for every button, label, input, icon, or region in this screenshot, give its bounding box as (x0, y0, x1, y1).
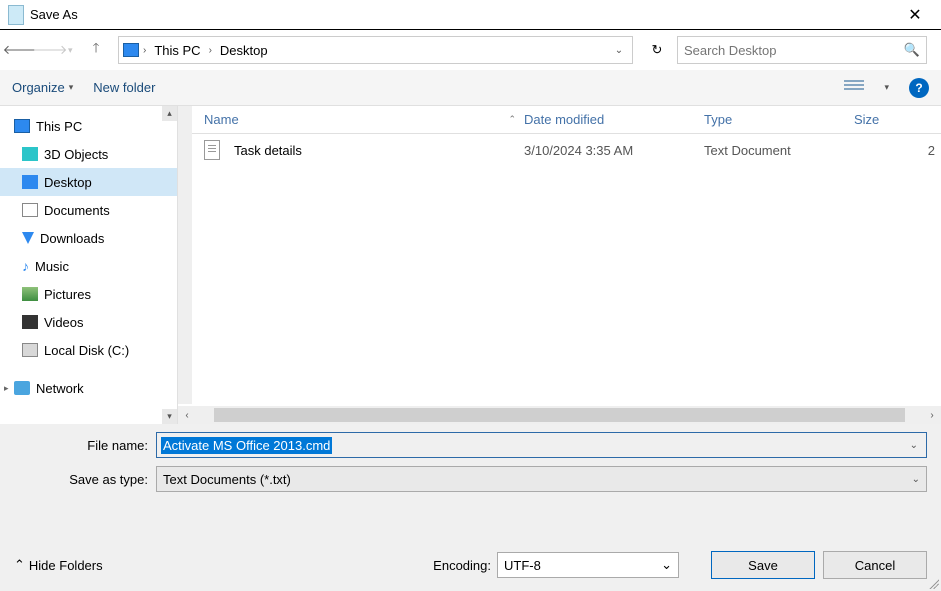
hide-folders-button[interactable]: ⌃ Hide Folders (14, 557, 103, 573)
help-button[interactable]: ? (909, 78, 929, 98)
close-button[interactable]: ✕ (893, 5, 937, 25)
savetype-select[interactable]: Text Documents (*.txt) ⌄ (156, 466, 927, 492)
videos-icon (22, 315, 38, 329)
column-header-row: Name ⌃ Date modified Type Size (178, 106, 941, 134)
3d-objects-icon (22, 147, 38, 161)
resize-grip[interactable] (927, 577, 939, 589)
scrollbar-track[interactable] (214, 408, 905, 422)
column-type[interactable]: Type (704, 112, 854, 127)
chevron-down-icon: ▾ (69, 82, 74, 93)
search-icon: 🔍 (904, 42, 920, 58)
network-icon (14, 381, 30, 395)
view-options-dropdown[interactable]: ▾ (884, 82, 889, 93)
tree-desktop[interactable]: Desktop (0, 168, 177, 196)
file-type: Text Document (704, 143, 854, 158)
dialog-app-icon (8, 5, 24, 25)
search-input[interactable] (684, 43, 904, 58)
nav-back-button[interactable]: 🡐 (8, 38, 32, 62)
tree-music[interactable]: ♪ Music (0, 252, 177, 280)
save-button[interactable]: Save (711, 551, 815, 579)
text-file-icon (204, 140, 220, 160)
sort-caret-icon: ⌃ (508, 114, 516, 125)
disk-icon (22, 343, 38, 357)
tree-item-label: 3D Objects (44, 147, 108, 162)
tree-item-label: Network (36, 381, 84, 396)
tree-documents[interactable]: Documents (0, 196, 177, 224)
address-dropdown[interactable]: ⌄ (610, 45, 628, 56)
list-divider (178, 106, 192, 404)
folder-tree[interactable]: ▴ This PC 3D Objects Desktop Documents D… (0, 106, 178, 424)
chevron-right-icon: › (143, 45, 146, 56)
tree-3d-objects[interactable]: 3D Objects (0, 140, 177, 168)
nav-up-button[interactable]: 🡑 (84, 38, 108, 62)
search-box[interactable]: 🔍 (677, 36, 927, 64)
tree-downloads[interactable]: Downloads (0, 224, 177, 252)
horizontal-scrollbar[interactable]: ‹ › (178, 406, 941, 424)
address-bar[interactable]: › This PC › Desktop ⌄ (118, 36, 633, 64)
pc-icon (123, 43, 139, 57)
filename-input[interactable]: Activate MS Office 2013.cmd ⌄ (156, 432, 927, 458)
nav-forward-button[interactable]: 🡒 (38, 38, 62, 62)
column-name[interactable]: Name ⌃ (204, 112, 524, 127)
column-size[interactable]: Size (854, 112, 941, 127)
new-folder-button[interactable]: New folder (93, 80, 155, 95)
filename-label: File name: (14, 438, 156, 453)
encoding-select[interactable]: UTF-8 ⌄ (497, 552, 679, 578)
encoding-value: UTF-8 (504, 558, 541, 573)
pictures-icon (22, 287, 38, 301)
view-options-button[interactable] (844, 80, 864, 96)
music-icon: ♪ (22, 258, 29, 274)
tree-this-pc[interactable]: This PC (0, 112, 177, 140)
breadcrumb-desktop[interactable]: Desktop (216, 43, 272, 58)
chevron-up-icon: ⌃ (14, 557, 25, 573)
column-date[interactable]: Date modified (524, 112, 704, 127)
tree-item-label: This PC (36, 119, 82, 134)
refresh-button[interactable]: ↻ (643, 36, 671, 64)
cancel-button[interactable]: Cancel (823, 551, 927, 579)
chevron-down-icon: ⌄ (661, 557, 672, 573)
tree-item-label: Videos (44, 315, 84, 330)
tree-item-label: Local Disk (C:) (44, 343, 129, 358)
encoding-label: Encoding: (433, 558, 491, 573)
tree-network[interactable]: Network (0, 374, 177, 402)
tree-scroll-up[interactable]: ▴ (162, 106, 177, 121)
savetype-label: Save as type: (14, 472, 156, 487)
pc-icon (14, 119, 30, 133)
tree-scroll-down[interactable]: ▾ (162, 409, 177, 424)
filename-value: Activate MS Office 2013.cmd (161, 437, 332, 454)
nav-history-dropdown[interactable]: ▾ (68, 45, 78, 56)
savetype-value: Text Documents (*.txt) (163, 472, 291, 487)
desktop-icon (22, 175, 38, 189)
dialog-title: Save As (30, 7, 893, 22)
tree-item-label: Music (35, 259, 69, 274)
file-name: Task details (234, 143, 302, 158)
hide-folders-label: Hide Folders (29, 558, 103, 573)
tree-item-label: Documents (44, 203, 110, 218)
file-date: 3/10/2024 3:35 AM (524, 143, 704, 158)
tree-item-label: Pictures (44, 287, 91, 302)
scroll-right-button[interactable]: › (923, 406, 941, 424)
tree-videos[interactable]: Videos (0, 308, 177, 336)
tree-local-disk[interactable]: Local Disk (C:) (0, 336, 177, 364)
organize-menu[interactable]: Organize ▾ (12, 80, 73, 95)
scroll-left-button[interactable]: ‹ (178, 406, 196, 424)
chevron-right-icon: › (209, 45, 212, 56)
organize-label: Organize (12, 80, 65, 95)
tree-pictures[interactable]: Pictures (0, 280, 177, 308)
breadcrumb-this-pc[interactable]: This PC (150, 43, 204, 58)
documents-icon (22, 203, 38, 217)
column-label: Name (204, 112, 239, 127)
filename-dropdown[interactable]: ⌄ (906, 440, 922, 451)
chevron-down-icon: ⌄ (912, 474, 920, 485)
downloads-icon (22, 232, 34, 244)
tree-item-label: Downloads (40, 231, 104, 246)
file-row[interactable]: Task details 3/10/2024 3:35 AM Text Docu… (178, 134, 941, 166)
tree-item-label: Desktop (44, 175, 92, 190)
file-size: 2 (854, 143, 941, 158)
